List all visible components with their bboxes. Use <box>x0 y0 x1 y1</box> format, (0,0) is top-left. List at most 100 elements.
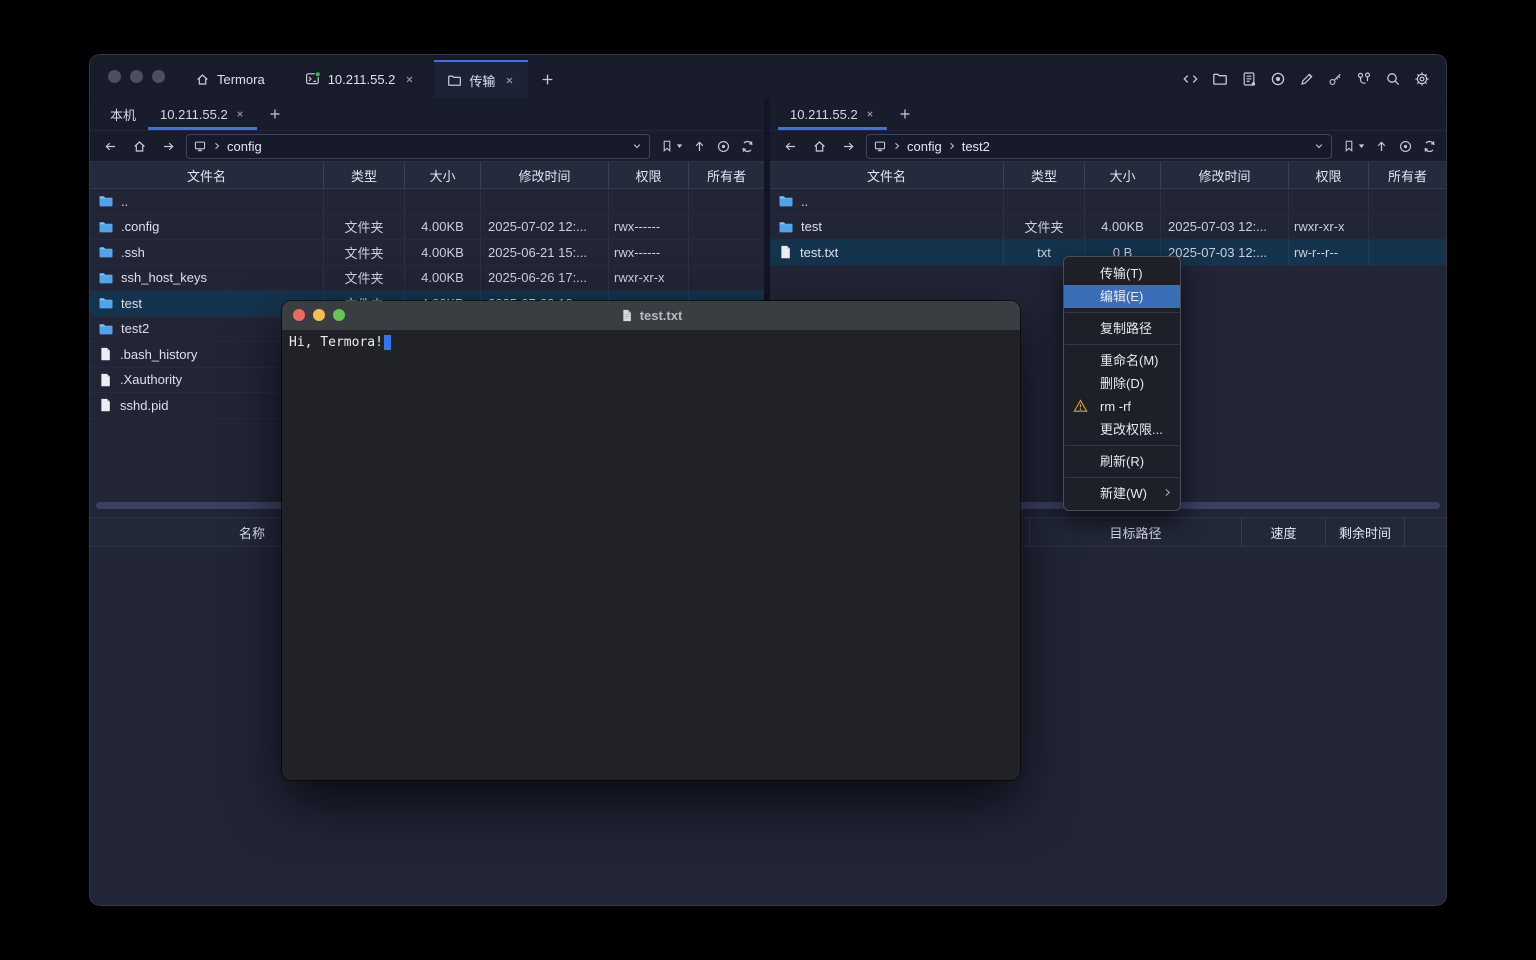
editor-minimize-button[interactable] <box>313 309 325 321</box>
file-row-..[interactable]: .. <box>770 189 1446 215</box>
add-pane-tab-button[interactable] <box>887 98 923 130</box>
bookmark-button[interactable] <box>1342 139 1365 153</box>
file-cell: rwxr-xr-x <box>1289 215 1369 240</box>
upload-button[interactable] <box>692 139 707 154</box>
right-table-header[interactable]: 文件名 类型 大小 修改时间 权限 所有者 <box>770 161 1446 189</box>
menu-item-复制路径[interactable]: 复制路径 <box>1064 317 1180 340</box>
zoom-window-button[interactable] <box>152 70 165 83</box>
editor-titlebar[interactable]: test.txt <box>282 301 1020 330</box>
home-button[interactable] <box>128 135 150 157</box>
chevron-down-icon[interactable] <box>631 140 643 152</box>
minimize-window-button[interactable] <box>130 70 143 83</box>
file-row-.config[interactable]: .config文件夹4.00KB2025-07-02 12:...rwx----… <box>90 215 764 241</box>
menu-item-删除(D)[interactable]: 删除(D) <box>1064 372 1180 395</box>
left-table-header[interactable]: 文件名 类型 大小 修改时间 权限 所有者 <box>90 161 764 189</box>
editor-traffic-lights[interactable] <box>293 309 345 321</box>
search-icon[interactable] <box>1385 71 1401 87</box>
col-filename[interactable]: 文件名 <box>770 162 1004 188</box>
refresh-button[interactable] <box>740 139 755 154</box>
settings-icon[interactable] <box>1414 71 1430 87</box>
upload-button[interactable] <box>1374 139 1389 154</box>
file-cell <box>689 240 764 265</box>
right-path-field[interactable]: config test2 <box>866 134 1332 159</box>
menu-item-编辑(E)[interactable]: 编辑(E) <box>1064 285 1180 308</box>
menu-item-重命名(M)[interactable]: 重命名(M) <box>1064 349 1180 372</box>
file-row-.ssh[interactable]: .ssh文件夹4.00KB2025-06-21 15:...rwx------ <box>90 240 764 266</box>
menu-item-新建(W)[interactable]: 新建(W) <box>1064 482 1180 505</box>
forward-button[interactable] <box>837 135 859 157</box>
close-window-button[interactable] <box>108 70 121 83</box>
close-tab-icon[interactable] <box>504 75 515 86</box>
menu-item-传输(T)[interactable]: 传输(T) <box>1064 262 1180 285</box>
bookmark-button[interactable] <box>660 139 683 153</box>
xfer-col-speed[interactable]: 速度 <box>1242 518 1326 546</box>
tab-right-ssh[interactable]: 10.211.55.2 <box>778 98 887 130</box>
tab-ssh-session[interactable]: 10.211.55.2 <box>292 60 429 98</box>
editor-zoom-button[interactable] <box>333 309 345 321</box>
file-row-ssh_host_keys[interactable]: ssh_host_keys文件夹4.00KB2025-06-26 17:...r… <box>90 266 764 292</box>
window-traffic-lights[interactable] <box>108 70 165 83</box>
chevron-down-icon[interactable] <box>1313 140 1325 152</box>
xfer-col-remaining[interactable]: 剩余时间 <box>1326 518 1405 546</box>
tab-local-machine[interactable]: 本机 <box>98 98 148 130</box>
close-tab-icon[interactable] <box>865 109 875 119</box>
keychain-icon[interactable] <box>1356 71 1372 87</box>
menu-item-刷新(R)[interactable]: 刷新(R) <box>1064 450 1180 473</box>
refresh-button[interactable] <box>1422 139 1437 154</box>
menu-separator <box>1065 477 1179 478</box>
col-filename[interactable]: 文件名 <box>90 162 324 188</box>
tab-home[interactable]: Termora <box>182 60 278 98</box>
new-tab-button[interactable] <box>528 60 567 98</box>
col-type[interactable]: 类型 <box>1004 162 1085 188</box>
computer-icon <box>873 139 887 153</box>
col-modified[interactable]: 修改时间 <box>1161 162 1289 188</box>
xfer-col-target-path[interactable]: 目标路径 <box>1030 518 1242 546</box>
forward-button[interactable] <box>157 135 179 157</box>
tab-transfer-label: 传输 <box>469 71 495 90</box>
editor-close-button[interactable] <box>293 309 305 321</box>
col-size[interactable]: 大小 <box>405 162 481 188</box>
path-segment[interactable]: config <box>907 139 942 154</box>
file-row-test[interactable]: test文件夹4.00KB2025-07-03 12:...rwxr-xr-x <box>770 215 1446 241</box>
path-segment[interactable]: config <box>227 139 262 154</box>
menu-item-label: 重命名(M) <box>1100 353 1159 368</box>
record-icon[interactable] <box>1270 71 1286 87</box>
file-row-..[interactable]: .. <box>90 189 764 215</box>
path-segment[interactable]: test2 <box>962 139 990 154</box>
col-type[interactable]: 类型 <box>324 162 405 188</box>
folder-icon <box>98 219 114 235</box>
tab-left-ssh[interactable]: 10.211.55.2 <box>148 98 257 130</box>
add-pane-tab-button[interactable] <box>257 98 293 130</box>
left-path-field[interactable]: config <box>186 134 650 159</box>
close-tab-icon[interactable] <box>235 109 245 119</box>
back-button[interactable] <box>99 135 121 157</box>
home-button[interactable] <box>808 135 830 157</box>
folder-icon[interactable] <box>1212 71 1228 87</box>
col-size[interactable]: 大小 <box>1085 162 1161 188</box>
menu-separator <box>1065 344 1179 345</box>
file-name-cell: .ssh <box>90 240 324 265</box>
col-owner[interactable]: 所有者 <box>689 162 764 188</box>
editor-content[interactable]: Hi, Termora! <box>282 330 1020 355</box>
chevron-right-icon <box>892 141 902 151</box>
file-name: .. <box>121 194 128 209</box>
col-modified[interactable]: 修改时间 <box>481 162 609 188</box>
menu-item-更改权限...[interactable]: 更改权限... <box>1064 418 1180 441</box>
back-button[interactable] <box>779 135 801 157</box>
tab-transfer[interactable]: 传输 <box>434 60 528 98</box>
menu-item-rm -rf[interactable]: rm -rf <box>1064 395 1180 418</box>
show-hidden-files-button[interactable] <box>716 139 731 154</box>
close-tab-icon[interactable] <box>404 74 415 85</box>
context-menu: 传输(T)编辑(E) 复制路径重命名(M) 删除(D)rm -rf更改权限... 刷新… <box>1063 256 1181 511</box>
file-name-cell: test <box>770 215 1004 240</box>
notes-icon[interactable] <box>1241 71 1257 87</box>
pencil-icon[interactable] <box>1299 71 1315 87</box>
col-permission[interactable]: 权限 <box>609 162 689 188</box>
col-owner[interactable]: 所有者 <box>1369 162 1446 188</box>
code-icon[interactable] <box>1182 71 1199 87</box>
file-cell: 4.00KB <box>1085 215 1161 240</box>
col-permission[interactable]: 权限 <box>1289 162 1369 188</box>
show-hidden-files-button[interactable] <box>1398 139 1413 154</box>
key-icon[interactable] <box>1328 71 1343 87</box>
menu-item-label: 复制路径 <box>1100 321 1152 336</box>
